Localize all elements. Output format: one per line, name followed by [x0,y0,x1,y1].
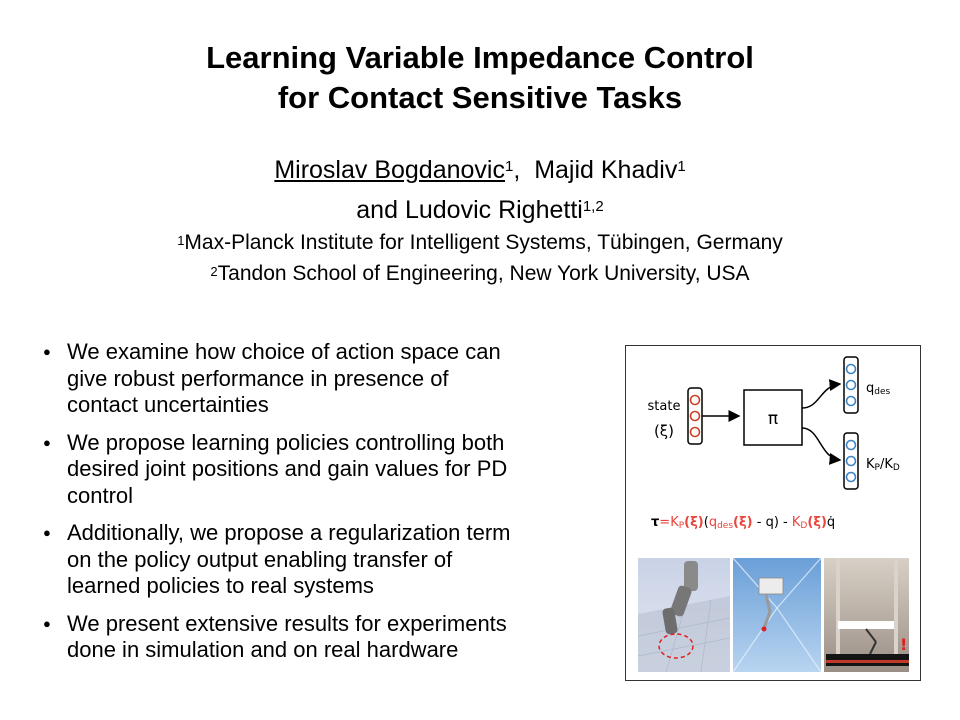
affiliation-2-mark: 2 [210,264,218,279]
control-law-equation: τ=KP(ξ)(qdes(ξ) - q) - KD(ξ)q̇ [651,515,835,531]
bullet-line: contact uncertainties [67,392,269,417]
author-separator: , [513,156,521,184]
bullet-item: ● Additionally, we propose a regularizat… [40,520,615,600]
author-line-1: Miroslav Bogdanovic1, Majid Khadiv1 [0,150,960,190]
bullet-dot: ● [43,434,51,450]
bullet-dot: ● [43,344,51,359]
affiliation-2: 2Tandon School of Engineering, New York … [0,258,960,289]
qdes-label: qdes [866,381,891,397]
affiliation-1-mark: 1 [177,233,185,248]
gains-label: KP/KD [866,457,900,473]
affiliation-1-text: Max-Planck Institute for Intelligent Sys… [184,231,783,254]
author-affil-1: 1 [504,158,514,175]
output-arrow-bottom [801,427,842,465]
bullet-dot: ● [43,525,51,540]
bullet-dot: ● [43,615,51,631]
method-diagram: state (ξ) π qdes KP/KD τ=KP(ξ)(qdes(ξ) -… [637,356,909,673]
author-name-2: Majid Khadiv [534,156,678,184]
sim-hopper-panel [732,557,822,673]
bullet-line: learned policies to real systems [67,573,374,598]
title-line-2: for Contact Sensitive Tasks [277,80,683,115]
bullet-line: desired joint positions and gain values … [67,456,508,481]
bullet-item: ● We present extensive results for exper… [40,611,615,664]
contact-marker: ! [900,635,907,654]
bullet-line: done in simulation and on real hardware [67,637,459,662]
author-list: Miroslav Bogdanovic1, Majid Khadiv1 and … [0,150,960,230]
bullet-item: ● We examine how choice of action space … [40,339,615,419]
affiliation-2-text: Tandon School of Engineering, New York U… [217,262,750,285]
bullet-line: We propose learning policies controlling… [67,429,505,455]
author-line-2: and Ludovic Righetti1,2 [0,190,960,230]
bullet-line: We examine how choice of action space ca… [67,339,501,364]
bullet-list: ● We examine how choice of action space … [40,339,615,675]
state-label: state [648,399,681,414]
hardware-photo-panel: ! [824,558,909,672]
title-line-1: Learning Variable Impedance Control [206,40,754,75]
slide-title: Learning Variable Impedance Control for … [0,38,960,118]
output-arrow-top [801,379,842,409]
sim-robot-panel [637,558,731,673]
author-name-3: Ludovic Righetti [404,196,583,224]
author-affil-2: 1 [677,158,686,175]
bullet-line: on the policy output enabling transfer o… [67,546,453,572]
author-connector: and [356,196,398,224]
state-symbol: (ξ) [654,422,674,440]
author-name-1: Miroslav Bogdanovic [274,156,505,184]
bullet-line: Additionally, we propose a regularizatio… [67,520,511,545]
bullet-line: give robust performance in presence of [67,365,449,391]
policy-symbol: π [768,409,778,429]
method-figure: state (ξ) π qdes KP/KD τ=KP(ξ)(qdes(ξ) -… [625,345,921,681]
affiliation-1: 1Max-Planck Institute for Intelligent Sy… [0,227,960,258]
bullet-line: control [67,482,134,508]
author-affil-3: 1,2 [582,198,604,215]
bullet-item: ● We propose learning policies controlli… [40,430,615,510]
affiliation-list: 1Max-Planck Institute for Intelligent Sy… [0,227,960,289]
bullet-line: We present extensive results for experim… [67,610,507,636]
